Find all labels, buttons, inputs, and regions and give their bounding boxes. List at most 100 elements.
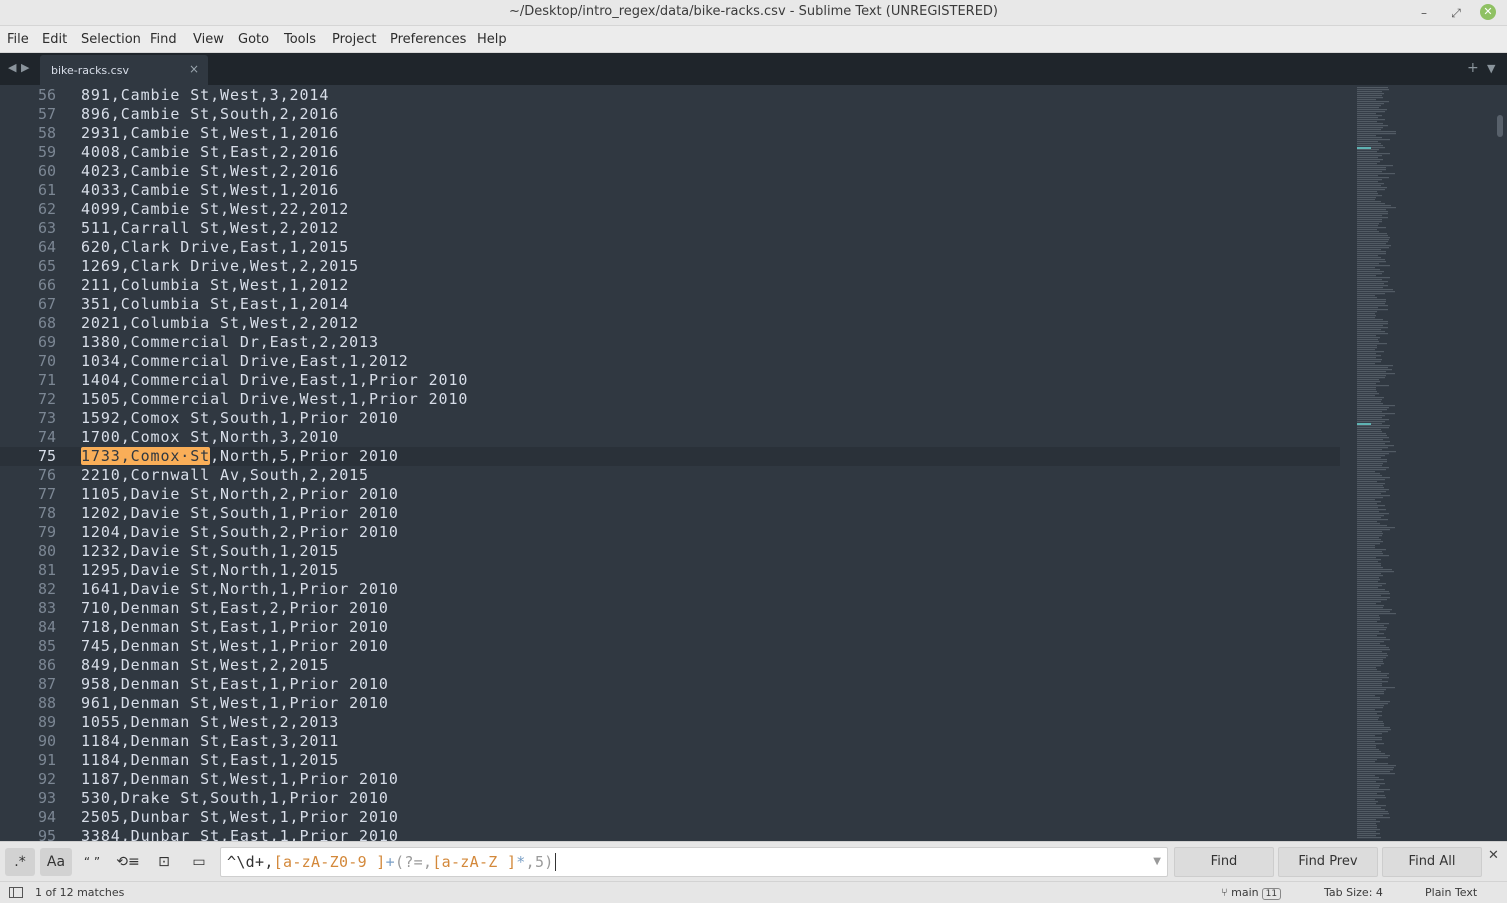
line-text: 710,Denman St,East,2,Prior 2010 [81, 599, 389, 617]
line-number: 81 [37, 561, 56, 579]
code-line[interactable]: 91 1184,Denman St,East,1,2015 [0, 751, 1340, 770]
code-line[interactable]: 87 958,Denman St,East,1,Prior 2010 [0, 675, 1340, 694]
line-text: 1700,Comox St,North,3,2010 [81, 428, 340, 446]
code-line[interactable]: 64 620,Clark Drive,East,1,2015 [0, 238, 1340, 257]
line-text: 1380,Commercial Dr,East,2,2013 [81, 333, 379, 351]
code-line[interactable]: 70 1034,Commercial Drive,East,1,2012 [0, 352, 1340, 371]
tab-list-dropdown-icon[interactable]: ▼ [1487, 62, 1495, 75]
code-line[interactable]: 86 849,Denman St,West,2,2015 [0, 656, 1340, 675]
syntax-mode[interactable]: Plain Text [1425, 886, 1477, 899]
find-prev-button[interactable]: Find Prev [1278, 847, 1378, 877]
code-line[interactable]: 59 4008,Cambie St,East,2,2016 [0, 143, 1340, 162]
editor-area[interactable]: 55440,Cambie St,East,1,201656891,Cambie … [0, 85, 1507, 841]
toggle-sidebar-icon[interactable] [9, 887, 23, 898]
code-line[interactable]: 69 1380,Commercial Dr,East,2,2013 [0, 333, 1340, 352]
code-line[interactable]: 82 1641,Davie St,North,1,Prior 2010 [0, 580, 1340, 599]
git-branch[interactable]: ⑂ main 11 [1221, 886, 1282, 900]
minimize-button[interactable]: – [1414, 3, 1434, 23]
code-line[interactable]: 94 2505,Dunbar St,West,1,Prior 2010 [0, 808, 1340, 827]
minimap[interactable] [1356, 85, 1400, 841]
code-line[interactable]: 80 1232,Davie St,South,1,2015 [0, 542, 1340, 561]
code-line[interactable]: 85 745,Denman St,West,1,Prior 2010 [0, 637, 1340, 656]
code-line[interactable]: 88 961,Denman St,West,1,Prior 2010 [0, 694, 1340, 713]
find-panel: .* Aa “ ” ⟲≡ ⊡ ▭ ^\d+,[a-zA-Z0-9 ]+(?=,[… [0, 841, 1507, 881]
code-line[interactable]: 79 1204,Davie St,South,2,Prior 2010 [0, 523, 1340, 542]
maximize-button[interactable]: ⤢ [1446, 3, 1466, 23]
line-number: 56 [37, 86, 56, 104]
menu-preferences[interactable]: Preferences [390, 32, 466, 47]
match-count: 1 of 12 matches [35, 886, 125, 899]
line-text: 4008,Cambie St,East,2,2016 [81, 143, 340, 161]
code-line[interactable]: 76 2210,Cornwall Av,South,2,2015 [0, 466, 1340, 485]
tab-size[interactable]: Tab Size: 4 [1324, 886, 1383, 899]
code-line[interactable]: 74 1700,Comox St,North,3,2010 [0, 428, 1340, 447]
menu-project[interactable]: Project [332, 32, 376, 47]
find-all-button[interactable]: Find All [1382, 847, 1482, 877]
code-line[interactable]: 93 530,Drake St,South,1,Prior 2010 [0, 789, 1340, 808]
close-find-panel-icon[interactable]: ✕ [1488, 848, 1499, 863]
line-number: 83 [37, 599, 56, 617]
menu-selection[interactable]: Selection [81, 32, 141, 47]
whole-word-toggle-button[interactable]: “ ” [78, 848, 106, 876]
code-line[interactable]: 65 1269,Clark Drive,West,2,2015 [0, 257, 1340, 276]
line-text: 4023,Cambie St,West,2,2016 [81, 162, 340, 180]
line-number: 85 [37, 637, 56, 655]
scrollbar-thumb[interactable] [1497, 115, 1503, 137]
line-number: 93 [37, 789, 56, 807]
tab-back-icon[interactable]: ◀ [8, 61, 16, 74]
tab-close-icon[interactable]: × [189, 62, 199, 76]
menu-goto[interactable]: Goto [238, 32, 269, 47]
find-query-text: ^\d+,[a-zA-Z0-9 ]+(?=,[a-zA-Z ]*,5) [227, 853, 556, 871]
menu-find[interactable]: Find [150, 32, 177, 47]
tab-label: bike-racks.csv [51, 64, 129, 77]
code-line[interactable]: 67 351,Columbia St,East,1,2014 [0, 295, 1340, 314]
code-line[interactable]: 60 4023,Cambie St,West,2,2016 [0, 162, 1340, 181]
code-line[interactable]: 56 891,Cambie St,West,3,2014 [0, 86, 1340, 105]
new-tab-icon[interactable]: + [1467, 60, 1479, 76]
code-line[interactable]: 89 1055,Denman St,West,2,2013 [0, 713, 1340, 732]
line-number: 75 [37, 447, 56, 465]
line-number: 82 [37, 580, 56, 598]
code-line[interactable]: 68 2021,Columbia St,West,2,2012 [0, 314, 1340, 333]
code-line[interactable]: 73 1592,Comox St,South,1,Prior 2010 [0, 409, 1340, 428]
code-line[interactable]: 83 710,Denman St,East,2,Prior 2010 [0, 599, 1340, 618]
code-line[interactable]: 78 1202,Davie St,South,1,Prior 2010 [0, 504, 1340, 523]
code-line[interactable]: 75 1733,Comox·St,North,5,Prior 2010 [0, 447, 1340, 466]
menu-view[interactable]: View [193, 32, 224, 47]
tab-forward-icon[interactable]: ▶ [21, 61, 29, 74]
code-line[interactable]: 61 4033,Cambie St,West,1,2016 [0, 181, 1340, 200]
menu-tools[interactable]: Tools [284, 32, 316, 47]
code-line: 95 3384,Dunbar St,East,1,Prior 2010 [0, 827, 1340, 841]
code-line[interactable]: 57 896,Cambie St,South,2,2016 [0, 105, 1340, 124]
code-line[interactable]: 72 1505,Commercial Drive,West,1,Prior 201… [0, 390, 1340, 409]
code-line[interactable]: 62 4099,Cambie St,West,22,2012 [0, 200, 1340, 219]
regex-toggle-button[interactable]: .* [5, 848, 35, 876]
code-line[interactable]: 81 1295,Davie St,North,1,2015 [0, 561, 1340, 580]
in-selection-toggle-button[interactable]: ⊡ [150, 848, 178, 876]
find-button[interactable]: Find [1174, 847, 1274, 877]
code-line[interactable]: 71 1404,Commercial Drive,East,1,Prior 201… [0, 371, 1340, 390]
code-line[interactable]: 66 211,Columbia St,West,1,2012 [0, 276, 1340, 295]
line-text: 891,Cambie St,West,3,2014 [81, 86, 330, 104]
vertical-scrollbar[interactable] [1495, 85, 1507, 841]
find-history-dropdown-icon[interactable]: ▼ [1153, 856, 1161, 867]
code-line[interactable]: 63 511,Carrall St,West,2,2012 [0, 219, 1340, 238]
line-text: 1204,Davie St,South,2,Prior 2010 [81, 523, 399, 541]
menu-file[interactable]: File [7, 32, 29, 47]
code-line[interactable]: 84 718,Denman St,East,1,Prior 2010 [0, 618, 1340, 637]
code-line[interactable]: 77 1105,Davie St,North,2,Prior 2010 [0, 485, 1340, 504]
menu-edit[interactable]: Edit [42, 32, 67, 47]
case-sensitive-toggle-button[interactable]: Aa [40, 848, 72, 876]
code-line[interactable]: 92 1187,Denman St,West,1,Prior 2010 [0, 770, 1340, 789]
highlight-matches-toggle-button[interactable]: ▭ [185, 848, 213, 876]
line-number: 95 [37, 827, 56, 841]
find-input[interactable]: ^\d+,[a-zA-Z0-9 ]+(?=,[a-zA-Z ]*,5) ▼ [220, 847, 1168, 877]
wrap-toggle-button[interactable]: ⟲≡ [112, 848, 144, 876]
code-line[interactable]: 90 1184,Denman St,East,3,2011 [0, 732, 1340, 751]
line-text: 1404,Commercial Drive,East,1,Prior 2010 [81, 371, 469, 389]
code-line[interactable]: 58 2931,Cambie St,West,1,2016 [0, 124, 1340, 143]
menu-help[interactable]: Help [477, 32, 507, 47]
close-window-button[interactable]: ✕ [1480, 4, 1496, 20]
tab-bike-racks[interactable]: bike-racks.csv × [40, 55, 208, 85]
line-text: 1105,Davie St,North,2,Prior 2010 [81, 485, 399, 503]
